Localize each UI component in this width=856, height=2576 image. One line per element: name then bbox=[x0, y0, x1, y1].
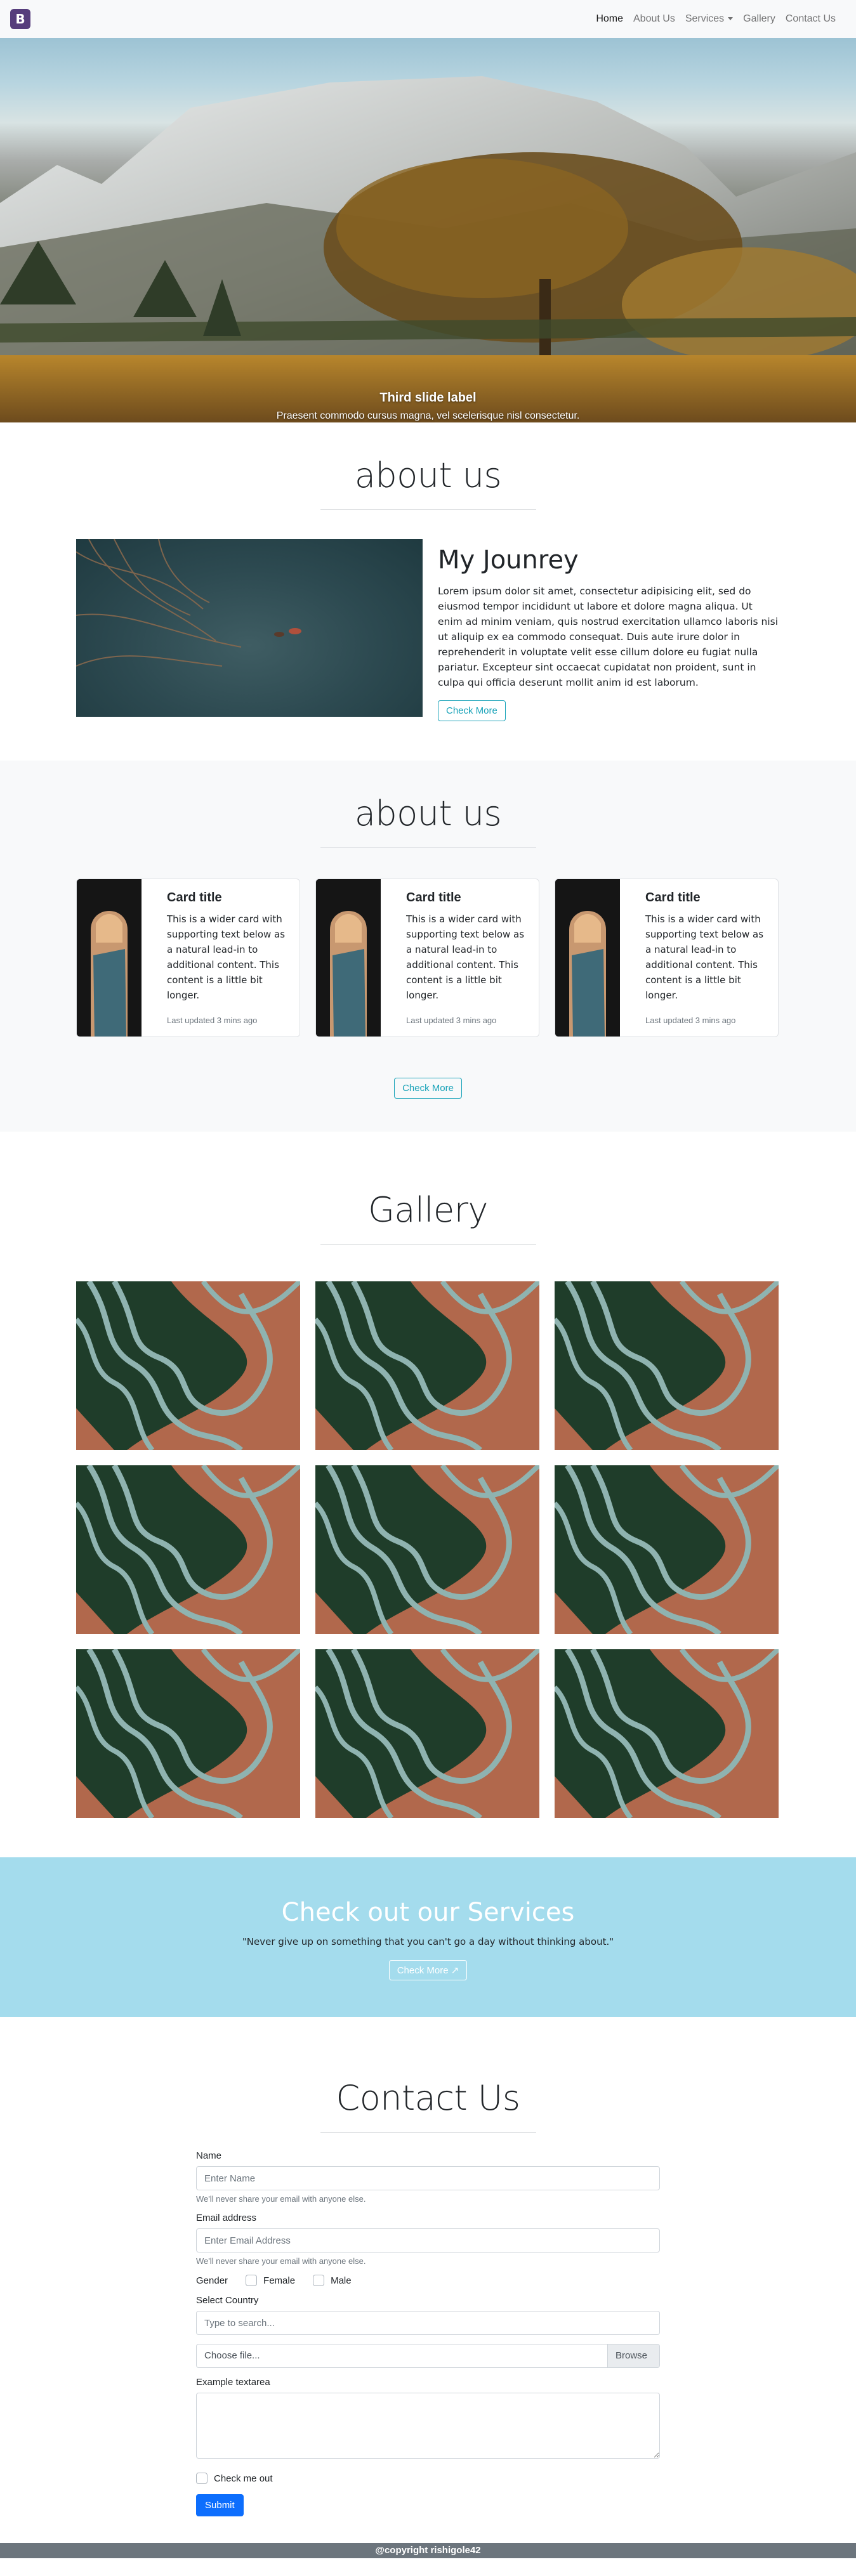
female-label: Female bbox=[263, 2275, 296, 2286]
journey-heading: My Jounrey bbox=[438, 546, 579, 575]
card-updated: Last updated 3 mins ago bbox=[406, 1016, 497, 1025]
about-title: about us bbox=[354, 455, 502, 495]
gallery-title: Gallery bbox=[368, 1190, 488, 1230]
about-cards-section: about us Card title This is a wider card… bbox=[0, 761, 856, 1132]
nav-services-dropdown[interactable]: Services bbox=[680, 8, 738, 30]
gallery-image[interactable] bbox=[315, 1465, 539, 1634]
nav-links: Home About Us Services Gallery Contact U… bbox=[591, 8, 841, 30]
card-body: Card title This is a wider card with sup… bbox=[142, 879, 300, 1036]
email-label: Email address bbox=[196, 2213, 257, 2223]
title-divider bbox=[320, 509, 536, 510]
navbar: B Home About Us Services Gallery Contact… bbox=[0, 0, 856, 38]
about-section: about us My Jounrey Lorem ipsum dolor si… bbox=[0, 422, 856, 761]
card-title: Card title bbox=[406, 891, 461, 905]
contact-form: Name We'll never share your email with a… bbox=[196, 2150, 660, 2516]
journey-check-more-button[interactable]: Check More bbox=[438, 700, 506, 721]
submit-button[interactable]: Submit bbox=[196, 2494, 244, 2516]
external-link-icon: ↗ bbox=[451, 1965, 459, 1976]
caption-text: Praesent commodo cursus magna, vel scele… bbox=[276, 410, 580, 421]
services-section: Check out our Services "Never give up on… bbox=[0, 1857, 856, 2017]
name-label: Name bbox=[196, 2150, 222, 2161]
card-body: Card title This is a wider card with sup… bbox=[620, 879, 778, 1036]
card-body: Card title This is a wider card with sup… bbox=[381, 879, 539, 1036]
card: Card title This is a wider card with sup… bbox=[76, 879, 300, 1037]
card: Card title This is a wider card with sup… bbox=[315, 879, 539, 1037]
nav-about-us[interactable]: About Us bbox=[628, 8, 680, 30]
email-input[interactable] bbox=[196, 2228, 660, 2252]
about-cards-title: about us bbox=[354, 794, 502, 834]
card-updated: Last updated 3 mins ago bbox=[167, 1016, 258, 1025]
hero-carousel: Third slide label Praesent commodo cursu… bbox=[0, 38, 856, 422]
gallery-image[interactable] bbox=[315, 1281, 539, 1450]
card-text: This is a wider card with supporting tex… bbox=[645, 913, 764, 1001]
carousel-indicators bbox=[0, 441, 856, 443]
textarea-label: Example textarea bbox=[196, 2377, 270, 2388]
country-label: Select Country bbox=[196, 2295, 259, 2306]
carousel-indicator-3[interactable] bbox=[441, 441, 461, 443]
footer: @copyright rishigole42 bbox=[0, 2543, 856, 2558]
card-image bbox=[555, 879, 620, 1036]
name-input[interactable] bbox=[196, 2166, 660, 2190]
check-me-row: Check me out bbox=[196, 2473, 660, 2484]
gender-row: Gender Female Male bbox=[196, 2275, 660, 2286]
male-label: Male bbox=[331, 2275, 352, 2286]
copyright-text: @copyright rishigole42 bbox=[375, 2545, 481, 2556]
gallery-image[interactable] bbox=[555, 1649, 779, 1818]
check-me-checkbox[interactable] bbox=[196, 2473, 207, 2484]
file-input-text: Choose file... bbox=[204, 2350, 260, 2361]
gallery-section: Gallery bbox=[0, 1132, 856, 1857]
female-checkbox[interactable] bbox=[246, 2275, 258, 2286]
check-me-label: Check me out bbox=[214, 2473, 273, 2484]
gallery-image[interactable] bbox=[555, 1465, 779, 1634]
nav-contact-us[interactable]: Contact Us bbox=[780, 8, 841, 30]
country-search-input[interactable] bbox=[196, 2311, 660, 2335]
contact-title: Contact Us bbox=[336, 2078, 520, 2118]
nav-services-label: Services bbox=[685, 13, 725, 24]
gallery-image[interactable] bbox=[76, 1649, 300, 1818]
services-quote: "Never give up on something that you can… bbox=[242, 1936, 614, 1947]
gallery-image[interactable] bbox=[315, 1649, 539, 1818]
browse-button[interactable]: Browse bbox=[607, 2344, 659, 2367]
card-title: Card title bbox=[167, 891, 222, 905]
carousel-caption: Third slide label Praesent commodo cursu… bbox=[0, 391, 856, 422]
card-text: This is a wider card with supporting tex… bbox=[406, 913, 525, 1001]
caption-title: Third slide label bbox=[379, 391, 477, 405]
services-check-more-button[interactable]: Check More ↗ bbox=[388, 1960, 468, 1980]
carousel-indicator-1[interactable] bbox=[395, 441, 415, 443]
caret-down-icon bbox=[728, 17, 734, 21]
gallery-image[interactable] bbox=[76, 1465, 300, 1634]
nav-home[interactable]: Home bbox=[591, 8, 628, 30]
journey-paragraph: Lorem ipsum dolor sit amet, consectetur … bbox=[438, 585, 779, 688]
card: Card title This is a wider card with sup… bbox=[555, 879, 779, 1037]
journey-image bbox=[76, 539, 423, 717]
name-help-text: We'll never share your email with anyone… bbox=[196, 2194, 366, 2204]
journey-text: My Jounrey Lorem ipsum dolor sit amet, c… bbox=[438, 539, 780, 721]
card-text: This is a wider card with supporting tex… bbox=[167, 913, 286, 1001]
file-input[interactable]: Choose file... Browse bbox=[196, 2344, 660, 2368]
about-row: My Jounrey Lorem ipsum dolor sit amet, c… bbox=[76, 539, 780, 721]
card-list: Card title This is a wider card with sup… bbox=[76, 879, 780, 1037]
title-divider bbox=[320, 847, 536, 848]
services-title: Check out our Services bbox=[281, 1898, 575, 1927]
gallery-image[interactable] bbox=[555, 1281, 779, 1450]
contact-section: Contact Us Name We'll never share your e… bbox=[0, 2017, 856, 2543]
services-button-label: Check More bbox=[397, 1965, 449, 1976]
example-textarea[interactable] bbox=[196, 2393, 660, 2459]
card-image bbox=[77, 879, 142, 1036]
gender-label: Gender bbox=[196, 2275, 228, 2286]
gallery-image[interactable] bbox=[76, 1281, 300, 1450]
male-checkbox[interactable] bbox=[313, 2275, 325, 2286]
email-help-text: We'll never share your email with anyone… bbox=[196, 2256, 366, 2266]
brand-logo[interactable]: B bbox=[10, 9, 30, 29]
carousel-indicator-2[interactable] bbox=[418, 441, 438, 443]
cards-check-more-button[interactable]: Check More bbox=[394, 1078, 462, 1099]
card-updated: Last updated 3 mins ago bbox=[645, 1016, 736, 1025]
card-image bbox=[316, 879, 381, 1036]
hero-image bbox=[0, 76, 856, 422]
card-title: Card title bbox=[645, 891, 701, 905]
title-divider bbox=[320, 1244, 536, 1245]
nav-gallery[interactable]: Gallery bbox=[738, 8, 780, 30]
gallery-grid bbox=[76, 1281, 780, 1818]
title-divider bbox=[320, 2132, 536, 2133]
